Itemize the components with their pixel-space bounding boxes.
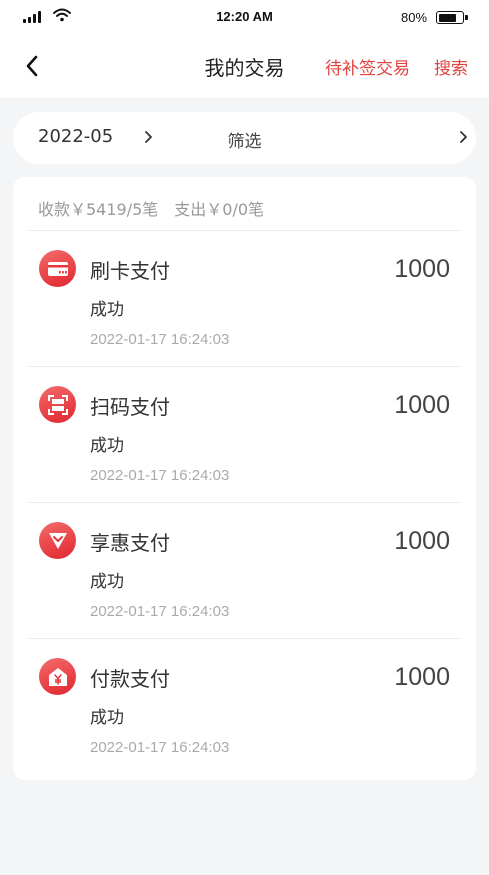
transaction-status: 成功	[90, 436, 124, 456]
filter-chevron-right-icon[interactable]	[459, 130, 468, 144]
yuan-payment-icon	[39, 658, 76, 695]
transaction-item[interactable]: 扫码支付 1000 成功 2022-01-17 16:24:03	[27, 367, 462, 503]
transaction-type: 付款支付	[90, 667, 170, 691]
filter-bar: 2022-05 筛选	[13, 112, 476, 164]
transaction-item[interactable]: 享惠支付 1000 成功 2022-01-17 16:24:03	[27, 503, 462, 639]
top-area: 12:20 AM 80% 我的交易 待补签交易 搜索	[0, 0, 489, 98]
navigation-bar: 我的交易 待补签交易 搜索	[0, 34, 489, 98]
status-bar: 12:20 AM 80%	[0, 0, 489, 34]
transaction-status: 成功	[90, 708, 124, 728]
income-summary: 收款￥5419/5笔	[38, 200, 159, 219]
page-title: 我的交易	[204, 56, 285, 80]
transaction-status: 成功	[90, 300, 124, 320]
scan-payment-icon	[39, 386, 76, 423]
transaction-time: 2022-01-17 16:24:03	[90, 603, 230, 620]
transaction-item[interactable]: 刷卡支付 1000 成功 2022-01-17 16:24:03	[27, 231, 462, 367]
discount-payment-icon	[39, 522, 76, 559]
transaction-amount: 1000	[394, 255, 450, 283]
chevron-left-icon	[26, 55, 38, 77]
transaction-item[interactable]: 付款支付 1000 成功 2022-01-17 16:24:03	[27, 639, 462, 775]
transaction-status: 成功	[90, 572, 124, 592]
search-link[interactable]: 搜索	[434, 54, 468, 79]
back-button[interactable]	[18, 52, 46, 80]
transaction-type: 刷卡支付	[90, 259, 170, 283]
battery-icon	[436, 11, 468, 24]
transaction-time: 2022-01-17 16:24:03	[90, 331, 230, 348]
battery-percent: 80%	[401, 10, 428, 25]
transaction-amount: 1000	[394, 663, 450, 691]
pending-resign-link[interactable]: 待补签交易	[325, 54, 410, 79]
transaction-amount: 1000	[394, 527, 450, 555]
transaction-time: 2022-01-17 16:24:03	[90, 739, 230, 756]
transaction-time: 2022-01-17 16:24:03	[90, 467, 230, 484]
transaction-card: 收款￥5419/5笔 支出￥0/0笔 刷卡支付 1000 成功 2022-01-…	[13, 177, 476, 780]
filter-button[interactable]: 筛选	[13, 127, 476, 152]
expense-summary: 支出￥0/0笔	[174, 200, 265, 219]
transaction-amount: 1000	[394, 391, 450, 419]
transaction-type: 享惠支付	[90, 531, 170, 555]
card-payment-icon	[39, 250, 76, 287]
transaction-type: 扫码支付	[90, 395, 170, 419]
summary-line: 收款￥5419/5笔 支出￥0/0笔	[38, 196, 264, 220]
